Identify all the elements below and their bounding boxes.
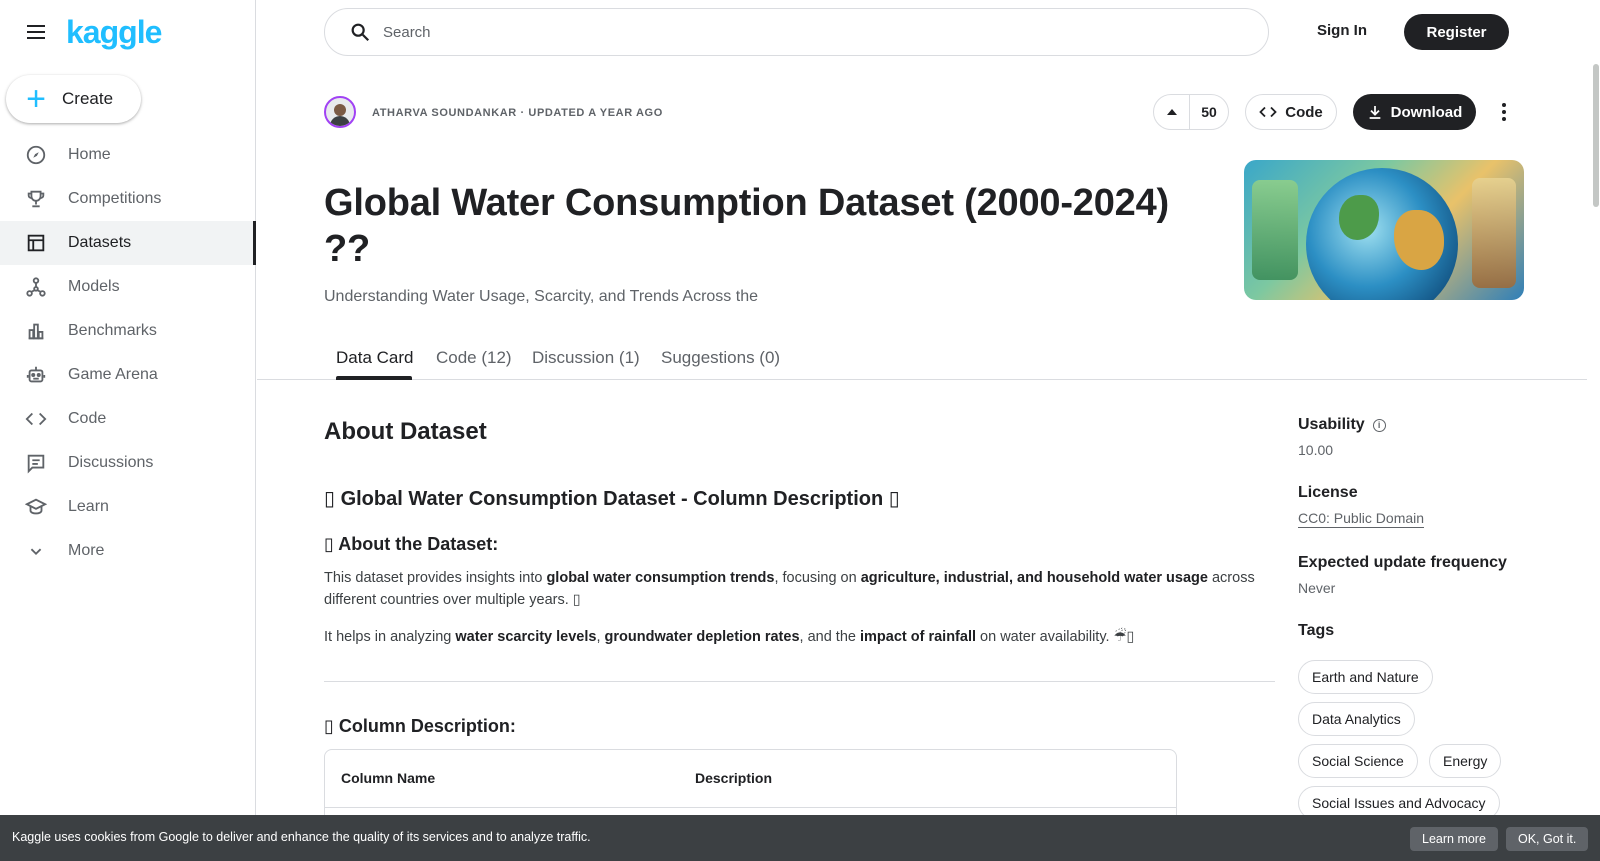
sidebar-item-game-arena[interactable]: Game Arena <box>0 353 256 397</box>
sidebar-item-code[interactable]: Code <box>0 397 256 441</box>
school-icon <box>24 495 48 519</box>
usability-label: Usability i <box>1298 416 1558 434</box>
sidebar-item-label: Home <box>68 146 111 163</box>
sidebar-item-label: Code <box>68 410 107 427</box>
models-icon <box>24 275 48 299</box>
column-description-heading: ▯ Column Description: <box>324 716 516 736</box>
sidebar-item-label: Game Arena <box>68 366 158 383</box>
tab-data-card[interactable]: Data Card <box>336 348 413 368</box>
sign-in-button[interactable]: Sign In <box>1317 22 1367 39</box>
sidebar-item-datasets[interactable]: Datasets <box>0 221 256 265</box>
avatar-head <box>334 104 346 116</box>
sidebar-item-models[interactable]: Models <box>0 265 256 309</box>
cookie-banner: Kaggle uses cookies from Google to deliv… <box>0 815 1600 861</box>
tags-label: Tags <box>1298 622 1335 639</box>
download-button-label: Download <box>1390 103 1463 121</box>
table-icon <box>24 231 48 255</box>
sidebar-item-label: Benchmarks <box>68 322 157 339</box>
sidebar-item-label: Learn <box>68 498 109 515</box>
sidebar: kaggle + Create Home Competitions Datase… <box>0 0 256 861</box>
compass-icon <box>24 143 48 167</box>
scrollbar-thumb[interactable] <box>1593 64 1599 207</box>
sidebar-item-discussions[interactable]: Discussions <box>0 441 256 485</box>
code-button[interactable]: Code <box>1245 94 1337 130</box>
about-dataset-heading: About Dataset <box>324 418 487 445</box>
code-icon <box>24 407 48 431</box>
sidebar-item-benchmarks[interactable]: Benchmarks <box>0 309 256 353</box>
code-button-label: Code <box>1285 103 1323 121</box>
bar-chart-icon <box>24 319 48 343</box>
avatar[interactable] <box>324 96 356 128</box>
sidebar-item-label: More <box>68 542 105 559</box>
upvote-widget: 50 <box>1153 94 1229 130</box>
sidebar-item-more[interactable]: More <box>0 529 256 573</box>
table-header-description: Description <box>695 770 773 786</box>
tab-code[interactable]: Code (12) <box>436 348 512 368</box>
comment-icon <box>24 451 48 475</box>
table-header-column-name: Column Name <box>341 770 436 786</box>
search-input[interactable] <box>383 23 1183 41</box>
create-label: Create <box>62 89 114 108</box>
avatar-body <box>330 116 350 126</box>
page-title: Global Water Consumption Dataset (2000-2… <box>324 182 1169 270</box>
ok-got-it-button[interactable]: OK, Got it. <box>1506 827 1589 851</box>
kaggle-logo[interactable]: kaggle <box>66 16 162 48</box>
dataset-meta[interactable]: ATHARVA SOUNDANKAR · UPDATED A YEAR AGO <box>372 107 663 119</box>
dataset-metadata: Usability i 10.00 License CC0: Public Dom… <box>1298 416 1558 640</box>
cookie-text: Kaggle uses cookies from Google to deliv… <box>12 830 591 844</box>
sidebar-item-competitions[interactable]: Competitions <box>0 177 256 221</box>
license-label: License <box>1298 484 1358 501</box>
learn-more-button[interactable]: Learn more <box>1410 827 1498 851</box>
register-button[interactable]: Register <box>1404 14 1509 50</box>
more-vert-icon[interactable] <box>1492 100 1516 124</box>
sidebar-item-label: Models <box>68 278 120 295</box>
license-link[interactable]: CC0: Public Domain <box>1298 510 1425 528</box>
tag-chip[interactable]: Earth and Nature <box>1298 660 1433 694</box>
usability-value: 10.00 <box>1298 442 1334 458</box>
code-icon <box>1259 106 1278 118</box>
sidebar-item-home[interactable]: Home <box>0 133 256 177</box>
description-heading: ▯ Global Water Consumption Dataset - Col… <box>324 488 900 510</box>
update-frequency-label: Expected update frequency <box>1298 554 1507 571</box>
upvote-button[interactable] <box>1154 95 1190 129</box>
info-icon[interactable]: i <box>1372 418 1386 432</box>
description-paragraph: It helps in analyzing water scarcity lev… <box>324 629 1135 645</box>
vote-count[interactable]: 50 <box>1190 104 1228 120</box>
page-subtitle: Understanding Water Usage, Scarcity, and… <box>324 288 758 305</box>
sidebar-item-learn[interactable]: Learn <box>0 485 256 529</box>
search-bar[interactable] <box>324 8 1269 56</box>
plus-icon: + <box>26 80 46 118</box>
tab-suggestions[interactable]: Suggestions (0) <box>661 348 780 368</box>
cover-decoration <box>1252 180 1298 280</box>
dataset-cover-image <box>1244 160 1524 300</box>
tag-chip[interactable]: Energy <box>1429 744 1502 778</box>
chevron-down-icon <box>24 539 48 563</box>
sidebar-item-label: Competitions <box>68 190 162 207</box>
tag-chip[interactable]: Data Analytics <box>1298 702 1415 736</box>
divider <box>324 681 1275 682</box>
trophy-icon <box>24 187 48 211</box>
active-tab-indicator <box>336 376 412 380</box>
update-frequency-value: Never <box>1298 580 1336 596</box>
cover-decoration <box>1472 178 1516 288</box>
sidebar-nav: Home Competitions Datasets Models Benchm… <box>0 133 256 573</box>
column-table: Column Name Description <box>324 749 1177 819</box>
tab-bar: Data Card Code (12) Discussion (1) Sugge… <box>257 338 1587 380</box>
menu-icon[interactable] <box>24 20 48 44</box>
description-paragraph: This dataset provides insights into glob… <box>324 570 1255 608</box>
tab-discussion[interactable]: Discussion (1) <box>532 348 640 368</box>
sidebar-item-label: Discussions <box>68 454 154 471</box>
caret-up-icon <box>1166 109 1177 115</box>
tag-chip[interactable]: Social Science <box>1298 744 1418 778</box>
table-divider <box>325 807 1176 808</box>
download-button[interactable]: Download <box>1353 94 1476 130</box>
sidebar-item-label: Datasets <box>68 234 132 251</box>
about-heading: ▯ About the Dataset: <box>324 534 499 554</box>
brand: kaggle <box>24 16 162 48</box>
download-icon <box>1369 106 1380 119</box>
search-icon <box>351 23 370 42</box>
create-button[interactable]: + Create <box>6 75 141 123</box>
robot-icon <box>24 363 48 387</box>
